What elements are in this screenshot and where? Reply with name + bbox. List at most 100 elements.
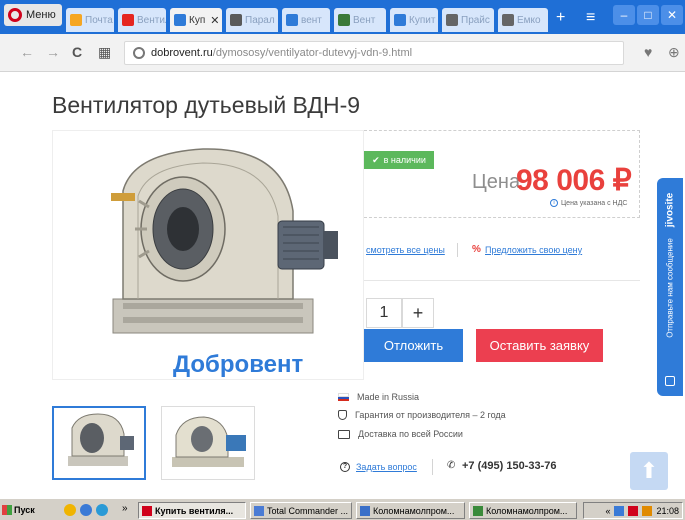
network-icon[interactable] [614, 505, 625, 516]
tab-menu-icon[interactable]: ≡ [586, 9, 595, 27]
russia-flag-icon [338, 393, 349, 401]
divider [432, 459, 433, 475]
windows-logo-icon [2, 505, 12, 515]
task-label: Купить вентиля... [155, 505, 234, 516]
quicklaunch-browser-icon[interactable] [64, 504, 76, 516]
feature-text: Made in Russia [357, 392, 420, 402]
ask-question-link[interactable]: Задать вопрос [356, 462, 417, 472]
page-title: Вентилятор дутьевый ВДН-9 [52, 92, 361, 118]
page-info-icon[interactable] [133, 47, 145, 59]
shield-icon [338, 410, 347, 420]
taskbar-task[interactable]: Коломнамолпром... [469, 502, 577, 519]
offer-price-link[interactable]: Предложить свою цену [485, 245, 582, 255]
thumbnail-fan-icon [172, 416, 246, 467]
quantity-input[interactable]: 1 [366, 298, 402, 328]
download-icon[interactable]: ⊕ [668, 44, 680, 61]
task-app-icon [473, 505, 483, 516]
browser-tab[interactable]: Вентил [118, 8, 166, 32]
minimize-button[interactable]: – [613, 5, 635, 25]
divider [457, 243, 458, 257]
opera-menu-button[interactable]: Меню [4, 4, 62, 26]
mail-icon [70, 14, 82, 26]
thumbnail-1[interactable] [52, 406, 146, 480]
feature-text: Гарантия от производителя – 2 года [355, 410, 506, 420]
maximize-button[interactable]: □ [637, 5, 659, 25]
browser-tab[interactable]: Почта [66, 8, 114, 32]
defer-button[interactable]: Отложить [364, 329, 463, 362]
browser-tab-label: Прайс [461, 14, 490, 26]
task-label: Коломнамолпром... [486, 505, 568, 516]
site-icon [174, 14, 186, 26]
thumbnail-fan-icon [68, 413, 134, 466]
browser-tab-label: Вент [353, 14, 376, 26]
feature-made-in-russia: Made in Russia [338, 392, 419, 402]
gear-icon [230, 14, 242, 26]
vat-note-text: Цена указана с НДС [561, 199, 628, 207]
new-tab-button[interactable]: + [556, 9, 565, 27]
feature-delivery: Доставка по всей России [338, 429, 463, 439]
price-value: 98 006 ₽ [516, 164, 632, 197]
close-tab-icon[interactable]: ✕ [210, 14, 219, 27]
speed-dial-icon[interactable]: ▦ [98, 44, 111, 61]
all-prices-link[interactable]: смотреть все цены [366, 245, 445, 255]
clock: 21:08 [656, 505, 679, 516]
browser-tab-label: вент [301, 14, 322, 26]
fan-illustration [111, 148, 338, 334]
chat-widget-tab[interactable]: jivosite Отправьте нам сообщение [657, 178, 683, 396]
tray-overflow[interactable]: « [605, 506, 610, 516]
phone-number[interactable]: +7 (495) 150-33-76 [462, 460, 556, 472]
back-icon[interactable]: ← [20, 44, 34, 60]
address-bar: ← → C ▦ dobrovent.ru/dymososy/ventilyato… [0, 34, 685, 72]
quicklaunch-ie-icon[interactable] [96, 504, 108, 516]
truck-icon [338, 429, 350, 439]
url-input[interactable]: dobrovent.ru/dymososy/ventilyator-dutevy… [124, 41, 624, 65]
watermark-text: Добровент [173, 351, 304, 378]
reload-icon[interactable]: C [72, 44, 82, 60]
price-label: Цена [472, 171, 521, 193]
browser-tab[interactable]: Емко [498, 8, 548, 32]
forward-icon[interactable]: → [46, 44, 60, 60]
info-icon: i [550, 199, 558, 207]
section-divider [364, 280, 640, 281]
browser-tab-label: Емко [517, 14, 541, 26]
volume-icon[interactable] [642, 505, 653, 516]
opera-logo-icon [8, 8, 22, 22]
security-icon[interactable] [628, 505, 639, 516]
quicklaunch-app-icon[interactable] [80, 504, 92, 516]
feature-warranty: Гарантия от производителя – 2 года [338, 410, 506, 420]
chat-widget-brand: jivosite [664, 192, 676, 228]
watermark-logo: Добровент [173, 351, 303, 379]
question-icon: ? [340, 462, 350, 472]
thumbnail-2[interactable] [161, 406, 255, 480]
request-button[interactable]: Оставить заявку [476, 329, 603, 362]
system-tray: « 21:08 [583, 502, 683, 519]
browser-tab-bar: Меню Почта Вентил Куп ✕ Парал вент Вент Купит Пр… [0, 0, 685, 34]
browser-tab[interactable]: Прайс [442, 8, 494, 32]
taskbar-task[interactable]: Коломнамолпром... [356, 502, 465, 519]
scroll-to-top-button[interactable]: ⬆ [630, 452, 668, 490]
browser-tab[interactable]: Купит [390, 8, 438, 32]
browser-tab[interactable]: Куп ✕ [170, 8, 222, 32]
start-button[interactable]: Пуск [2, 502, 44, 518]
browser-tab[interactable]: Вент [334, 8, 386, 32]
product-main-image[interactable]: Добровент [52, 130, 364, 380]
browser-tab[interactable]: вент [282, 8, 330, 32]
start-label: Пуск [14, 505, 35, 515]
task-label: Total Commander ... [267, 505, 349, 516]
doc-icon [446, 14, 458, 26]
taskbar-task[interactable]: Купить вентиля... [138, 502, 246, 519]
quicklaunch-overflow[interactable]: » [122, 503, 128, 514]
chat-icon [665, 376, 675, 386]
windows-taskbar: Пуск » Купить вентиля... Total Commander … [0, 498, 685, 520]
taskbar-task[interactable]: Total Commander ... [250, 502, 352, 519]
browser-tab[interactable]: Парал [226, 8, 278, 32]
browser-tab-label: Почта [85, 14, 113, 26]
url-path: /dymososy/ventilyator-dutevyj-vdn-9.html [212, 47, 413, 59]
browser-tab-label: Купит [409, 14, 436, 26]
browser-tab-label: Куп [189, 14, 206, 26]
quantity-plus-button[interactable]: + [402, 298, 434, 328]
close-window-button[interactable]: ✕ [661, 5, 683, 25]
bookmark-heart-icon[interactable]: ♥ [644, 44, 652, 60]
doc-icon [502, 14, 514, 26]
browser-tab-label: Вентил [137, 14, 166, 26]
